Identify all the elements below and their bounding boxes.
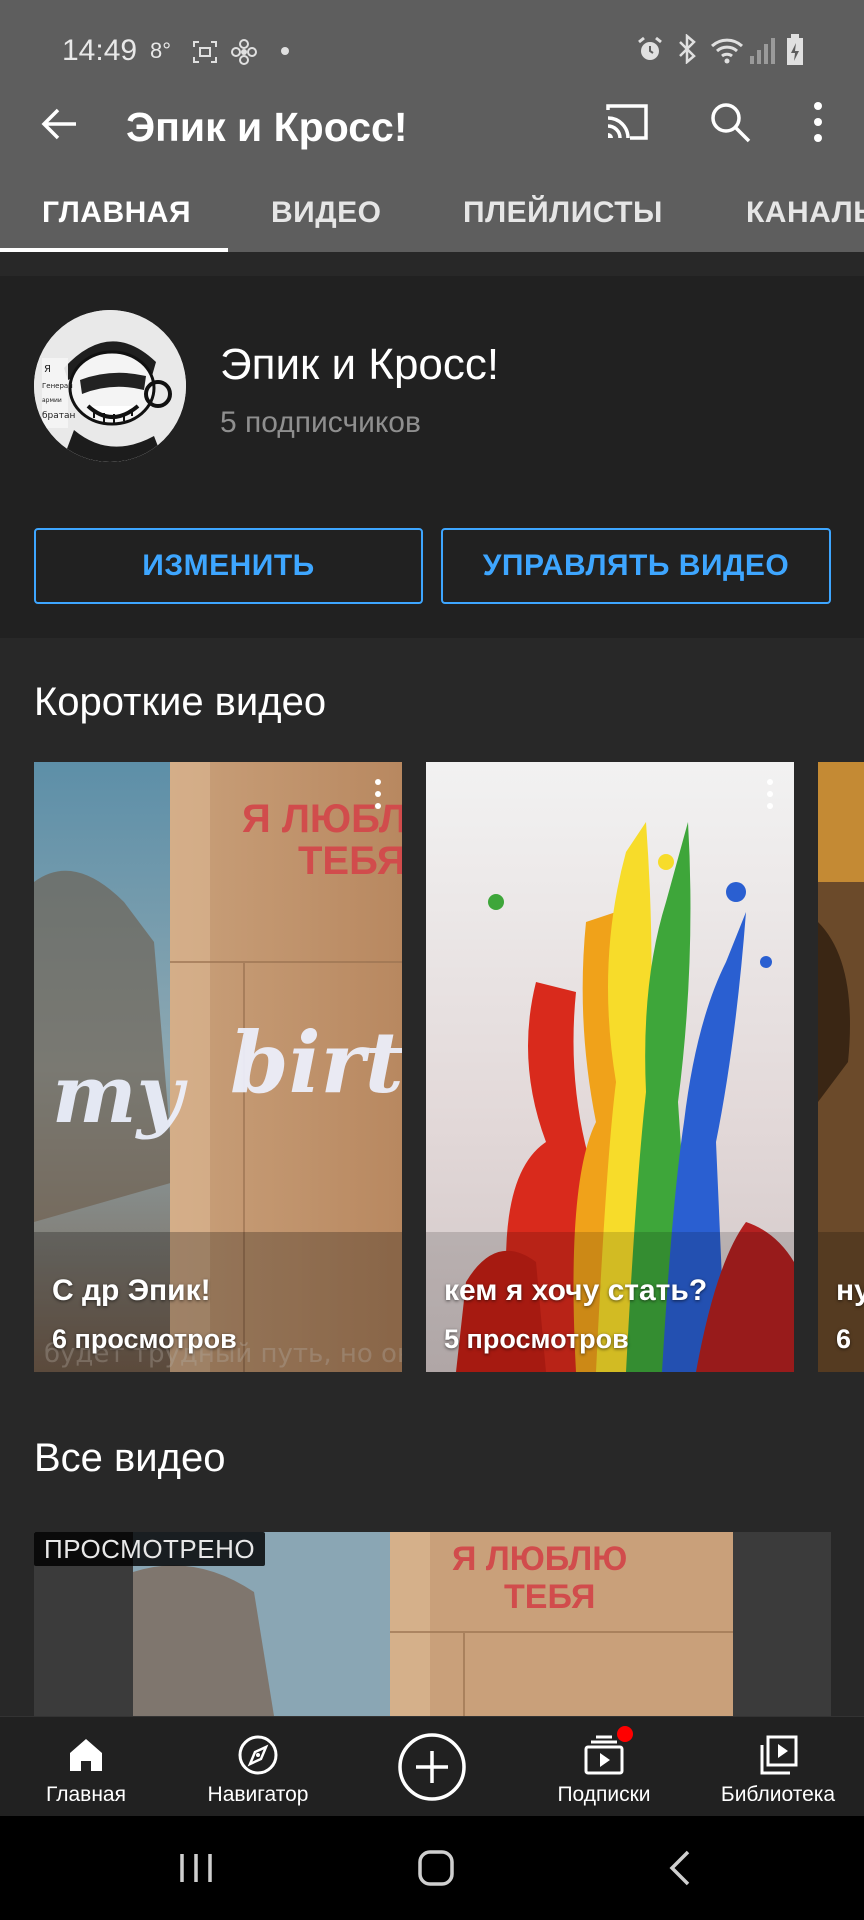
short-card[interactable]: ну 6 — [818, 762, 864, 1372]
thumb-text: birt — [230, 1013, 402, 1112]
battery-icon — [787, 34, 803, 65]
channel-name: Эпик и Кросс! — [220, 340, 500, 389]
back-button-icon[interactable] — [658, 1846, 702, 1890]
status-bar: 14:49 8° — [0, 0, 864, 74]
channel-header: Я Генерал армии братан Эпик и Кросс! 5 п… — [0, 276, 864, 638]
short-views: 5 просмотров — [444, 1324, 629, 1354]
notification-dot-icon — [281, 47, 289, 55]
signal-icon — [750, 38, 775, 64]
tab-playlists[interactable]: ПЛЕЙЛИСТЫ — [463, 196, 663, 230]
watched-badge: ПРОСМОТРЕНО — [34, 1532, 266, 1566]
svg-text:армии: армии — [42, 397, 62, 404]
thumb-text: Я ЛЮБЛЮ — [452, 1540, 627, 1578]
status-time: 14:49 — [62, 34, 138, 67]
edit-channel-button[interactable]: ИЗМЕНИТЬ — [34, 528, 423, 604]
more-vert-icon[interactable] — [372, 778, 384, 810]
status-temperature: 8° — [150, 38, 172, 63]
nav-label: Библиотека — [720, 1783, 836, 1806]
bluetooth-icon — [679, 34, 696, 64]
back-arrow-icon[interactable] — [36, 100, 84, 148]
wifi-icon — [710, 38, 744, 64]
home-icon — [70, 1739, 102, 1771]
tab-home[interactable]: ГЛАВНАЯ — [42, 196, 191, 230]
notification-badge — [617, 1726, 633, 1742]
short-card[interactable]: Я ЛЮБЛЮ ТЕБЯ my birt будет трудный путь,… — [34, 762, 402, 1372]
page-title: Эпик и Кросс! — [126, 104, 408, 150]
nav-subscriptions[interactable]: Подписки — [518, 1717, 690, 1817]
short-title: кем я хочу стать? — [444, 1274, 708, 1307]
avatar[interactable]: Я Генерал армии братан — [34, 310, 186, 462]
bottom-navigation: Главная Навигатор Подписки Библиотека — [0, 1716, 864, 1816]
thumb-text: my — [52, 1047, 189, 1141]
subscriber-count: 5 подписчиков — [220, 406, 421, 439]
nav-label: Навигатор — [207, 1783, 309, 1806]
active-tab-indicator — [0, 248, 228, 252]
alarm-icon — [638, 36, 662, 60]
tab-videos[interactable]: ВИДЕО — [271, 196, 381, 230]
shorts-section-title: Короткие видео — [34, 680, 327, 724]
thumb-text: ТЕБЯ — [298, 839, 402, 883]
search-icon[interactable] — [708, 100, 752, 144]
nav-label: Главная — [46, 1783, 126, 1806]
screenshot-icon — [193, 41, 217, 63]
explore-icon — [238, 1735, 278, 1775]
fan-icon — [231, 39, 257, 65]
nav-create[interactable] — [346, 1717, 518, 1817]
thumb-text: ТЕБЯ — [504, 1578, 595, 1616]
create-plus-icon — [398, 1733, 466, 1801]
svg-text:братан: братан — [42, 411, 76, 421]
short-card[interactable]: кем я хочу стать? 5 просмотров — [426, 762, 794, 1372]
more-vert-icon[interactable] — [800, 98, 836, 146]
short-views: 6 просмотров — [52, 1324, 237, 1354]
short-views: 6 — [836, 1324, 852, 1354]
short-title: ну — [836, 1274, 864, 1307]
cast-icon[interactable] — [604, 102, 650, 142]
tab-bar: ГЛАВНАЯ ВИДЕО ПЛЕЙЛИСТЫ КАНАЛЫ — [0, 178, 864, 252]
svg-text:Я: Я — [44, 364, 51, 375]
more-vert-icon[interactable] — [764, 778, 776, 810]
recent-apps-icon[interactable] — [174, 1846, 218, 1890]
home-button-icon[interactable] — [414, 1846, 458, 1890]
nav-library[interactable]: Библиотека — [692, 1717, 864, 1817]
svg-text:Генерал: Генерал — [42, 382, 73, 390]
manage-videos-button[interactable]: УПРАВЛЯТЬ ВИДЕО — [441, 528, 831, 604]
tab-channels[interactable]: КАНАЛЫ — [746, 196, 864, 230]
nav-explore[interactable]: Навигатор — [172, 1717, 344, 1817]
nav-label: Подписки — [557, 1783, 651, 1806]
library-icon — [760, 1735, 798, 1775]
system-navigation-bar — [0, 1816, 864, 1920]
app-bar: Эпик и Кросс! ГЛАВНАЯ ВИДЕО ПЛЕЙЛИСТЫ КА… — [0, 74, 864, 252]
short-title: С др Эпик! — [52, 1274, 211, 1307]
all-videos-section-title: Все видео — [34, 1436, 226, 1480]
nav-home[interactable]: Главная — [0, 1717, 172, 1817]
